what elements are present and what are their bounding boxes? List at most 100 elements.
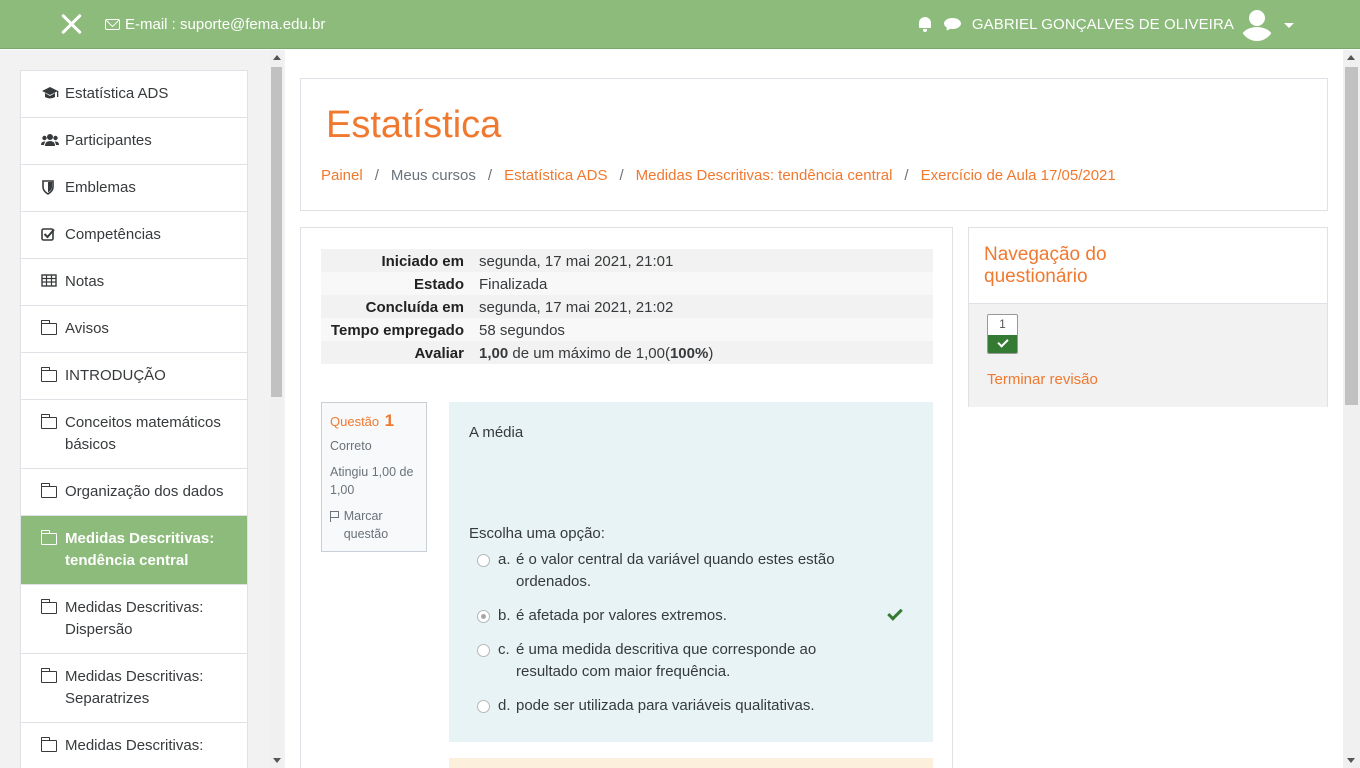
radio-button[interactable]	[477, 700, 490, 713]
option-letter: c.	[498, 641, 510, 658]
scrollbar-thumb[interactable]	[1345, 67, 1358, 405]
drawer-item-label: INTRODUÇÃO	[65, 367, 166, 384]
folder-icon	[40, 668, 58, 685]
quiz-navigation-title: Navegação do questionário	[984, 244, 1107, 287]
drawer-item-label: Avisos	[65, 320, 109, 337]
drawer-item-introducao[interactable]: INTRODUÇÃO	[21, 353, 247, 400]
scrollbar-thumb[interactable]	[271, 67, 282, 397]
scroll-down-icon[interactable]	[273, 758, 281, 763]
drawer-scrollbar[interactable]	[270, 50, 283, 768]
breadcrumb-curso[interactable]: Estatística ADS	[504, 167, 607, 184]
chevron-down-icon[interactable]	[1284, 22, 1294, 28]
feedback-panel	[449, 758, 933, 768]
shield-icon	[41, 180, 58, 196]
drawer-item-label: Conceitos matemáticos básicos	[65, 414, 221, 453]
drawer-item-label: Medidas Descritivas: Dispersão	[65, 599, 204, 638]
score-close: )	[708, 345, 714, 362]
breadcrumb-secao[interactable]: Medidas Descritivas: tendência central	[636, 167, 893, 184]
question-nav-button[interactable]: 1	[987, 314, 1018, 354]
drawer-item-label: Organização dos dados	[65, 483, 224, 500]
summary-value: segunda, 17 mai 2021, 21:01	[479, 253, 674, 270]
question-grade: Atingiu 1,00 de 1,00	[330, 465, 414, 497]
summary-label: Avaliar	[414, 345, 464, 362]
scroll-up-icon[interactable]	[273, 55, 281, 60]
option-text: pode ser utilizada para variáveis qualit…	[516, 697, 815, 714]
summary-label: Iniciado em	[381, 253, 464, 270]
question-label: Questão	[330, 414, 380, 429]
bell-icon[interactable]	[918, 16, 932, 32]
drawer-item-organizacao[interactable]: Organização dos dados	[21, 469, 247, 516]
drawer-item-badges[interactable]: Emblemas	[21, 165, 247, 212]
avatar[interactable]	[1240, 7, 1274, 41]
quiz-navigation-block: Navegação do questionário 1 Terminar rev…	[968, 227, 1328, 407]
flag-question-link[interactable]: Marcar questão	[330, 507, 418, 543]
table-row: Estado Finalizada	[321, 272, 933, 295]
radio-button[interactable]	[477, 644, 490, 657]
answer-option-a[interactable]: a. é o valor central da variável quando e…	[477, 549, 907, 593]
drawer-item-grades[interactable]: Notas	[21, 259, 247, 306]
close-drawer-icon[interactable]	[58, 11, 84, 37]
drawer-item-label: Notas	[65, 273, 105, 290]
drawer-item-avisos[interactable]: Avisos	[21, 306, 247, 353]
users-icon	[41, 133, 59, 149]
folder-icon	[40, 414, 58, 431]
option-letter: d.	[498, 697, 511, 714]
flag-question-label: Marcar questão	[343, 509, 389, 541]
chat-icon[interactable]	[943, 17, 961, 31]
user-name[interactable]: GABRIEL GONÇALVES DE OLIVEIRA	[972, 16, 1234, 33]
attempt-summary-table: Iniciado em segunda, 17 mai 2021, 21:01 …	[321, 249, 933, 364]
drawer-item-dispersao[interactable]: Medidas Descritivas: Dispersão	[21, 585, 247, 654]
breadcrumb: Painel / Meus cursos / Estatística ADS /…	[321, 167, 1116, 184]
score-text: de um máximo de 1,00(	[508, 345, 670, 362]
question-content: A média Escolha uma opção: a. é o valor c…	[449, 402, 933, 742]
radio-button-selected[interactable]	[477, 610, 490, 623]
question-number: Questão 1	[330, 411, 418, 431]
support-email-text: E-mail : suporte@fema.edu.br	[125, 16, 326, 33]
breadcrumb-painel[interactable]: Painel	[321, 167, 363, 184]
radio-button[interactable]	[477, 554, 490, 567]
user-menu: GABRIEL GONÇALVES DE OLIVEIRA	[918, 6, 1294, 42]
breadcrumb-meus-cursos: Meus cursos	[390, 167, 476, 184]
summary-label: Concluída em	[365, 299, 464, 316]
drawer-item-label: Estatística ADS	[65, 85, 169, 102]
course-drawer: Estatística ADS Participantes Emblemas C…	[0, 50, 285, 768]
question-number-value: 1	[384, 411, 395, 430]
score-value: 1,00	[479, 345, 509, 362]
drawer-item-label: Emblemas	[65, 179, 136, 196]
summary-value: Finalizada	[479, 276, 548, 293]
scroll-up-icon[interactable]	[1347, 55, 1355, 60]
question-prompt: Escolha uma opção:	[469, 525, 605, 542]
drawer-item-conceitos[interactable]: Conceitos matemáticos básicos	[21, 400, 247, 469]
drawer-item-label: Competências	[65, 226, 161, 243]
option-text: é o valor central da variável quando est…	[516, 551, 835, 568]
support-email: E-mail : suporte@fema.edu.br	[105, 16, 325, 33]
option-letter: b.	[498, 607, 511, 624]
answer-option-d[interactable]: d. pode ser utilizada para variáveis qual…	[477, 695, 907, 717]
question-info: Questão 1 Correto Atingiu 1,00 de 1,00 M…	[321, 402, 427, 552]
quiz-navigation-body: 1 Terminar revisão	[969, 303, 1327, 407]
scroll-down-icon[interactable]	[1347, 758, 1355, 763]
breadcrumb-separator: /	[619, 167, 624, 184]
page-title: Estatística	[326, 104, 502, 146]
finish-review-link[interactable]: Terminar revisão	[987, 371, 1098, 388]
drawer-item-medidas-next[interactable]: Medidas Descritivas:	[21, 723, 247, 768]
answer-option-c[interactable]: c. é uma medida descritiva que correspond…	[477, 639, 907, 683]
answer-option-b[interactable]: b. é afetada por valores extremos.	[477, 605, 907, 627]
summary-value: 58 segundos	[479, 322, 565, 339]
drawer-nav-list: Estatística ADS Participantes Emblemas C…	[20, 70, 248, 768]
graduation-cap-icon	[41, 86, 59, 102]
drawer-item-separatrizes[interactable]: Medidas Descritivas: Separatrizes	[21, 654, 247, 723]
drawer-item-tendencia-central[interactable]: Medidas Descritivas: tendência central	[21, 516, 247, 585]
breadcrumb-atividade[interactable]: Exercício de Aula 17/05/2021	[921, 167, 1116, 184]
drawer-item-participants[interactable]: Participantes	[21, 118, 247, 165]
drawer-item-label: Medidas Descritivas: tendência central	[65, 530, 215, 569]
summary-label: Tempo empregado	[330, 322, 464, 339]
question-state: Correto	[330, 439, 372, 453]
drawer-item-competencies[interactable]: Competências	[21, 212, 247, 259]
drawer-item-label: Medidas Descritivas:	[65, 737, 204, 754]
page-scrollbar[interactable]	[1343, 50, 1360, 768]
table-icon	[41, 274, 58, 290]
summary-value: segunda, 17 mai 2021, 21:02	[479, 299, 674, 316]
flag-icon	[330, 511, 339, 522]
drawer-item-course[interactable]: Estatística ADS	[21, 71, 247, 118]
